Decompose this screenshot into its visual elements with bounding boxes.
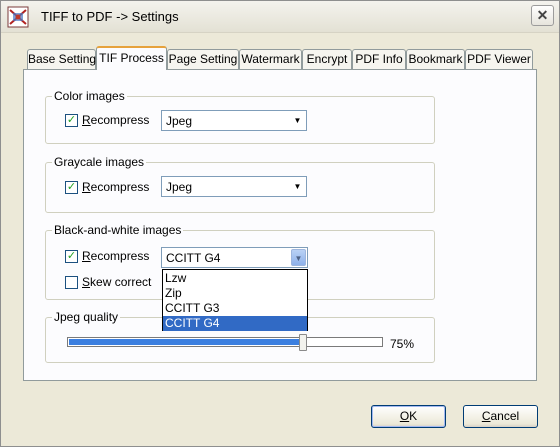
dropdown-option-lzw[interactable]: Lzw [163,271,307,286]
close-button[interactable]: ✕ [531,5,554,26]
label-rest: ecompress [90,113,150,127]
bw-recompress-checkbox[interactable]: ✓ [65,250,78,263]
dropdown-option-ccitt-g4[interactable]: CCITT G4 [163,316,307,331]
color-images-title: Color images [52,89,127,103]
gray-format-value: Jpeg [166,180,193,194]
access-key: R [82,113,91,127]
grayscale-images-title: Graycale images [52,155,147,169]
dropdown-option-zip[interactable]: Zip [163,286,307,301]
bw-format-value: CCITT G4 [166,251,221,265]
settings-window: TIFF to PDF -> Settings ✕ Base Setting T… [0,0,560,447]
gray-format-select[interactable]: Jpeg ▼ [161,176,307,197]
bw-format-select[interactable]: CCITT G4 ▼ [161,247,308,268]
gray-recompress-checkbox[interactable]: ✓ [65,181,78,194]
title-bar[interactable]: TIFF to PDF -> Settings ✕ [1,1,559,33]
tiff-to-pdf-app-icon [7,6,29,28]
close-icon: ✕ [536,7,549,23]
tab-pdf-info[interactable]: PDF Info [352,49,406,69]
tab-watermark[interactable]: Watermark [239,49,302,69]
skew-correct-label[interactable]: Skew correct [82,275,151,289]
access-key: R [82,249,91,263]
color-recompress-checkbox[interactable]: ✓ [65,114,78,127]
chevron-down-icon[interactable]: ▼ [290,112,305,129]
color-format-value: Jpeg [166,114,193,128]
tab-label: Base Setting [28,52,97,66]
slider-fill [69,339,305,345]
tab-label: Encrypt [306,52,348,66]
checkmark-icon: ✓ [66,181,77,193]
access-key: R [82,180,91,194]
jpeg-quality-title: Jpeg quality [52,310,121,324]
bw-format-dropdown-list: Lzw Zip CCITT G3 CCITT G4 [162,269,308,331]
tab-label: Watermark [241,52,300,66]
tab-label: PDF Info [355,52,403,66]
label-rest: kew correct [90,275,152,289]
label-rest: ecompress [90,249,150,263]
label-rest: ecompress [90,180,150,194]
skew-correct-checkbox[interactable] [65,276,78,289]
tab-label: PDF Viewer [467,52,531,66]
checkmark-icon: ✓ [66,250,77,262]
tab-label: Page Setting [168,52,238,66]
bw-images-title: Black-and-white images [52,223,184,237]
chevron-down-icon[interactable]: ▼ [290,178,305,195]
access-key: O [399,409,410,423]
label-rest: K [409,409,418,423]
tab-bookmark[interactable]: Bookmark [406,49,465,69]
tab-page-setting[interactable]: Page Setting [167,49,239,69]
tab-label: TIF Process [99,51,164,65]
bw-recompress-label[interactable]: Recompress [82,249,149,263]
cancel-button[interactable]: Cancel [463,405,538,428]
tab-pdf-viewer[interactable]: PDF Viewer [465,49,533,69]
checkmark-icon: ✓ [66,114,77,126]
window-title: TIFF to PDF -> Settings [41,9,179,24]
label-rest: ancel [490,409,520,423]
color-recompress-label[interactable]: Recompress [82,113,149,127]
jpeg-quality-value: 75% [390,337,415,351]
slider-thumb[interactable] [299,334,307,351]
dropdown-option-ccitt-g3[interactable]: CCITT G3 [163,301,307,316]
tab-tif-process[interactable]: TIF Process [96,46,167,70]
tab-label: Bookmark [408,52,463,66]
access-key: S [82,275,91,289]
chevron-down-icon[interactable]: ▼ [291,249,306,266]
color-format-select[interactable]: Jpeg ▼ [161,110,307,131]
tab-encrypt[interactable]: Encrypt [302,49,352,69]
gray-recompress-label[interactable]: Recompress [82,180,149,194]
tab-base-setting[interactable]: Base Setting [27,49,96,69]
ok-button[interactable]: OK [371,405,446,428]
jpeg-quality-slider[interactable] [67,337,383,347]
